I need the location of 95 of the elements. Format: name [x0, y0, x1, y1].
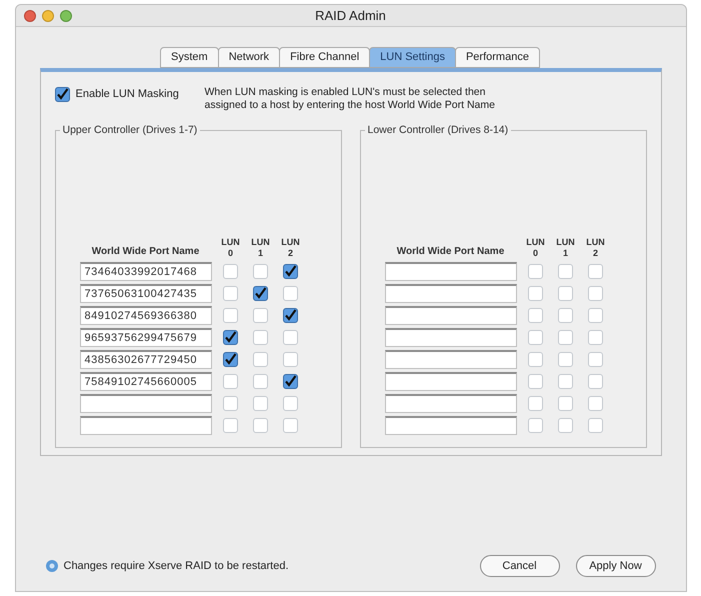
checkbox[interactable]	[283, 308, 298, 323]
checkbox[interactable]	[528, 330, 543, 345]
checkbox[interactable]	[558, 330, 573, 345]
checkbox[interactable]	[588, 330, 603, 345]
input-field[interactable]	[384, 284, 516, 303]
checkbox[interactable]	[588, 286, 603, 301]
input-field[interactable]: 96593756299475679	[80, 328, 212, 347]
column-header: World Wide Port Name	[90, 245, 200, 259]
push-button[interactable]: Apply Now	[576, 555, 656, 577]
checkmark-icon	[224, 331, 237, 344]
checkmark-icon	[284, 309, 297, 322]
input-field[interactable]	[384, 262, 516, 281]
column-header: LUN 1	[250, 237, 271, 259]
input-field[interactable]	[384, 394, 516, 413]
checkbox[interactable]	[223, 264, 238, 279]
checkbox[interactable]	[588, 396, 603, 411]
input-field[interactable]: 73464033992017468	[80, 262, 212, 281]
checkbox[interactable]	[253, 352, 268, 367]
description-text: When LUN masking is enabled LUN's must be selected then assigned to a host by entering the host World Wide Port Name	[204, 86, 496, 112]
input-field[interactable]	[80, 394, 212, 413]
checkbox[interactable]	[223, 308, 238, 323]
input-field[interactable]	[80, 416, 212, 435]
checkbox[interactable]	[253, 330, 268, 345]
checkbox[interactable]	[283, 286, 298, 301]
checkbox[interactable]	[223, 396, 238, 411]
checkbox[interactable]	[223, 418, 238, 433]
checkbox[interactable]	[558, 308, 573, 323]
push-button[interactable]: Cancel	[480, 555, 560, 577]
input-field[interactable]	[384, 372, 516, 391]
checkmark-icon	[224, 353, 237, 366]
checkmark-icon	[284, 375, 297, 388]
checkbox[interactable]	[223, 286, 238, 301]
checkbox[interactable]	[253, 264, 268, 279]
column-header: LUN 1	[555, 237, 576, 259]
input-field[interactable]	[384, 306, 516, 325]
checkbox[interactable]	[253, 374, 268, 389]
checkbox[interactable]	[528, 374, 543, 389]
column-header: World Wide Port Name	[396, 245, 506, 259]
tab[interactable]: Network	[218, 47, 280, 68]
tab[interactable]: Fibre Channel	[279, 47, 370, 68]
column-header: LUN 0	[220, 237, 241, 259]
checkbox[interactable]	[283, 352, 298, 367]
minimize-button[interactable]	[42, 10, 54, 22]
checkbox[interactable]	[54, 86, 70, 102]
checkbox[interactable]	[558, 264, 573, 279]
checkbox[interactable]	[558, 352, 573, 367]
checkbox[interactable]	[588, 374, 603, 389]
checkbox[interactable]	[253, 396, 268, 411]
info-icon	[46, 560, 58, 572]
checkbox[interactable]	[223, 374, 238, 389]
column-header: LUN 2	[280, 237, 301, 259]
checkbox[interactable]	[528, 286, 543, 301]
checkbox[interactable]	[253, 418, 268, 433]
zoom-button[interactable]	[60, 10, 72, 22]
checkbox[interactable]	[528, 308, 543, 323]
checkbox[interactable]	[223, 352, 238, 367]
input-field[interactable]: 43856302677729450	[80, 350, 212, 369]
checkbox[interactable]	[283, 264, 298, 279]
checkbox[interactable]	[528, 418, 543, 433]
checkmark-icon	[254, 287, 267, 300]
checkbox[interactable]	[253, 286, 268, 301]
checkmark-icon	[56, 88, 68, 101]
checkbox[interactable]	[588, 308, 603, 323]
checkbox[interactable]	[558, 374, 573, 389]
checkbox[interactable]	[558, 418, 573, 433]
checkbox[interactable]	[588, 418, 603, 433]
window-title: RAID Admin	[315, 6, 386, 25]
tab[interactable]: LUN Settings	[369, 47, 456, 68]
input-field[interactable]	[384, 350, 516, 369]
input-field[interactable]	[384, 328, 516, 347]
input-field[interactable]: 73765063100427435	[80, 284, 212, 303]
checkbox[interactable]	[558, 286, 573, 301]
checkmark-icon	[284, 265, 297, 278]
checkbox[interactable]	[283, 330, 298, 345]
input-field[interactable]	[384, 416, 516, 435]
checkbox[interactable]	[588, 264, 603, 279]
column-header: LUN 0	[525, 237, 546, 259]
checkbox[interactable]	[558, 396, 573, 411]
checkbox[interactable]	[223, 330, 238, 345]
checkbox[interactable]	[588, 352, 603, 367]
checkbox[interactable]	[253, 308, 268, 323]
checkbox[interactable]	[283, 396, 298, 411]
status-text: Changes require Xserve RAID to be restarted.	[64, 558, 289, 574]
checkbox-label: Enable LUN Masking	[76, 87, 179, 102]
close-button[interactable]	[24, 10, 36, 22]
checkbox[interactable]	[528, 396, 543, 411]
tab[interactable]: System	[160, 47, 219, 68]
input-field[interactable]: 84910274569366380	[80, 306, 212, 325]
checkbox[interactable]	[283, 374, 298, 389]
column-header: LUN 2	[585, 237, 606, 259]
checkbox[interactable]	[528, 352, 543, 367]
tab[interactable]: Performance	[454, 47, 540, 68]
checkbox[interactable]	[283, 418, 298, 433]
checkbox[interactable]	[528, 264, 543, 279]
input-field[interactable]: 75849102745660005	[80, 372, 212, 391]
